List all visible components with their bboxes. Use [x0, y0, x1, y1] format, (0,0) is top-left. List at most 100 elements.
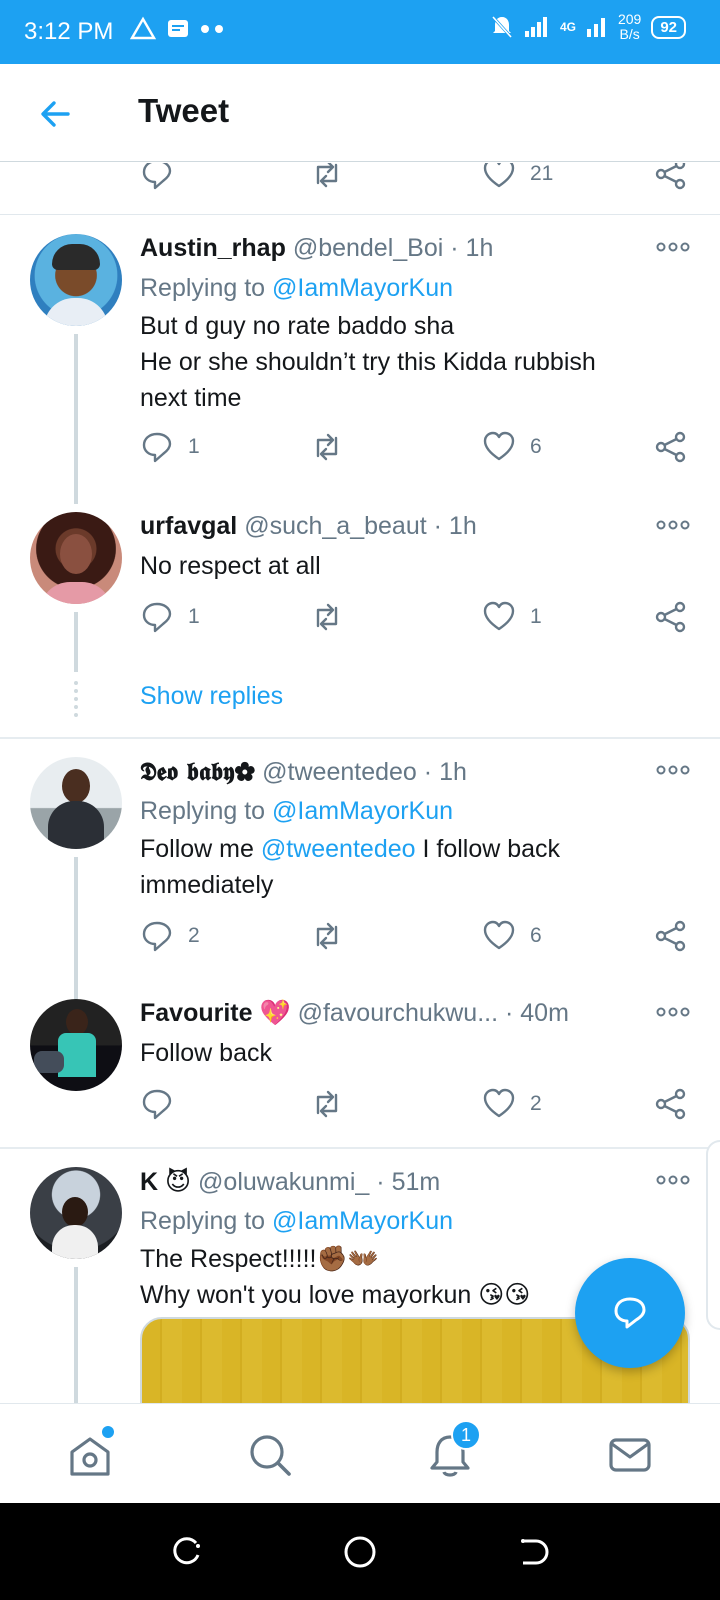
edge-panel-handle[interactable] — [706, 1140, 720, 1330]
reply-actions: 1 1 — [0, 600, 720, 640]
replying-to: Replying to @IamMayorKun — [140, 797, 454, 825]
share-button[interactable] — [654, 600, 688, 634]
back-arrow-icon[interactable] — [36, 94, 76, 134]
more-options-icon[interactable] — [656, 240, 690, 254]
nav-home[interactable] — [65, 1426, 115, 1480]
avatar[interactable] — [30, 1167, 122, 1259]
share-button[interactable] — [654, 430, 688, 464]
reply-actions: 1 6 — [0, 430, 720, 470]
retweet-icon — [316, 433, 338, 461]
like-button[interactable]: 1 — [482, 600, 542, 634]
user-handle[interactable]: @favourchukwu... — [298, 999, 498, 1027]
display-name[interactable]: 𝕯𝖊𝖔 𝖇𝖆𝖇𝖞✿ — [140, 757, 255, 786]
nav-search[interactable] — [245, 1430, 295, 1480]
retweet-button[interactable] — [310, 163, 344, 191]
share-button[interactable] — [654, 919, 688, 953]
share-icon — [655, 431, 686, 463]
heart-icon — [483, 431, 515, 461]
retweet-button[interactable] — [310, 600, 344, 634]
more-options-icon[interactable] — [656, 518, 690, 532]
nav-notifications[interactable]: 1 — [425, 1420, 481, 1480]
avatar[interactable] — [30, 234, 122, 326]
like-count: 6 — [530, 435, 542, 458]
retweet-button[interactable] — [310, 919, 344, 953]
replying-to: Replying to @IamMayorKun — [140, 274, 454, 302]
retweet-icon — [316, 922, 338, 950]
display-name[interactable]: K — [140, 1168, 158, 1196]
mail-icon — [609, 1438, 651, 1472]
user-handle[interactable]: @such_a_beaut — [244, 512, 426, 540]
reply-button[interactable]: 1 — [140, 430, 200, 464]
home-circle-icon[interactable] — [341, 1533, 379, 1571]
battery-indicator: 92 — [651, 15, 686, 39]
like-count: 6 — [530, 924, 542, 947]
divider — [0, 1147, 720, 1149]
signal-icon — [524, 17, 547, 37]
reply-button[interactable] — [140, 163, 174, 191]
compose-reply-button[interactable] — [575, 1258, 685, 1368]
like-button[interactable]: 6 — [482, 919, 542, 953]
like-count: 1 — [530, 605, 542, 628]
more-options-icon[interactable] — [656, 1005, 690, 1019]
reply-icon — [142, 163, 172, 190]
retweet-button[interactable] — [310, 1087, 344, 1121]
like-count: 21 — [530, 163, 554, 185]
display-name[interactable]: Austin_rhap — [140, 234, 286, 262]
signal-2-icon — [586, 18, 605, 37]
reply-item[interactable]: Austin_rhap @bendel_Boi · 1h Replying to… — [0, 234, 720, 504]
page-title: Tweet — [138, 92, 230, 129]
mention-link[interactable]: @IamMayorKun — [272, 797, 453, 825]
more-options-icon[interactable] — [656, 1173, 690, 1187]
share-icon — [655, 163, 686, 190]
warning-icon — [130, 16, 156, 40]
reply-item[interactable]: urfavgal @such_a_beaut · 1h No respect a… — [0, 512, 720, 672]
heart-icon — [483, 601, 515, 631]
user-handle[interactable]: @oluwakunmi_ — [198, 1168, 369, 1196]
display-name[interactable]: Favourite — [140, 999, 253, 1027]
devil-emoji-icon: 😈 — [165, 1168, 192, 1196]
bottom-navigation: 1 — [0, 1403, 720, 1503]
reply-count: 1 — [188, 605, 200, 628]
like-button[interactable]: 6 — [482, 430, 542, 464]
back-nav-icon[interactable] — [514, 1533, 552, 1571]
mention-link[interactable]: @IamMayorKun — [272, 274, 453, 302]
avatar[interactable] — [30, 757, 122, 849]
reply-count: 2 — [188, 924, 200, 947]
reply-button[interactable] — [140, 1087, 174, 1121]
reply-text: But d guy no rate baddo sha He or she sh… — [140, 312, 596, 412]
reply-icon — [142, 921, 172, 952]
thread-line — [74, 334, 78, 504]
share-button[interactable] — [654, 163, 688, 191]
like-button[interactable]: 2 — [482, 1087, 542, 1121]
show-replies-link[interactable]: Show replies — [140, 682, 283, 711]
avatar[interactable] — [30, 999, 122, 1091]
user-handle[interactable]: @bendel_Boi — [293, 234, 444, 262]
mention-link[interactable]: @IamMayorKun — [272, 1207, 453, 1235]
reply-icon — [142, 1089, 172, 1120]
reply-item[interactable]: 𝕯𝖊𝖔 𝖇𝖆𝖇𝖞✿ @tweentedeo · 1h Replying to @… — [0, 757, 720, 1007]
thread-dots — [74, 681, 78, 717]
like-button[interactable]: 21 — [482, 163, 553, 191]
user-handle[interactable]: @tweentedeo — [262, 758, 417, 786]
display-name[interactable]: urfavgal — [140, 512, 237, 540]
message-icon — [168, 20, 188, 37]
reply-button[interactable]: 1 — [140, 600, 200, 634]
reply-count: 1 — [188, 435, 200, 458]
avatar[interactable] — [30, 512, 122, 604]
heart-icon — [483, 1088, 515, 1118]
notifications-badge: 1 — [451, 1420, 481, 1450]
timestamp: 1h — [448, 512, 477, 540]
nav-messages[interactable] — [605, 1430, 655, 1480]
share-button[interactable] — [654, 1087, 688, 1121]
retweet-button[interactable] — [310, 430, 344, 464]
reply-item[interactable]: Favourite 💖 @favourchukwu... · 40m Follo… — [0, 999, 720, 1149]
more-options-icon[interactable] — [656, 763, 690, 777]
retweet-icon — [316, 1090, 338, 1118]
mention-link[interactable]: @tweentedeo — [261, 835, 416, 863]
reply-button[interactable]: 2 — [140, 919, 200, 953]
share-icon — [655, 920, 686, 952]
recent-apps-icon[interactable] — [168, 1533, 206, 1571]
reply-icon — [142, 432, 172, 463]
timestamp: 40m — [520, 999, 569, 1027]
reply-feed[interactable]: 21 Austin_rhap @bendel_Boi · 1h Replying… — [0, 163, 720, 1403]
